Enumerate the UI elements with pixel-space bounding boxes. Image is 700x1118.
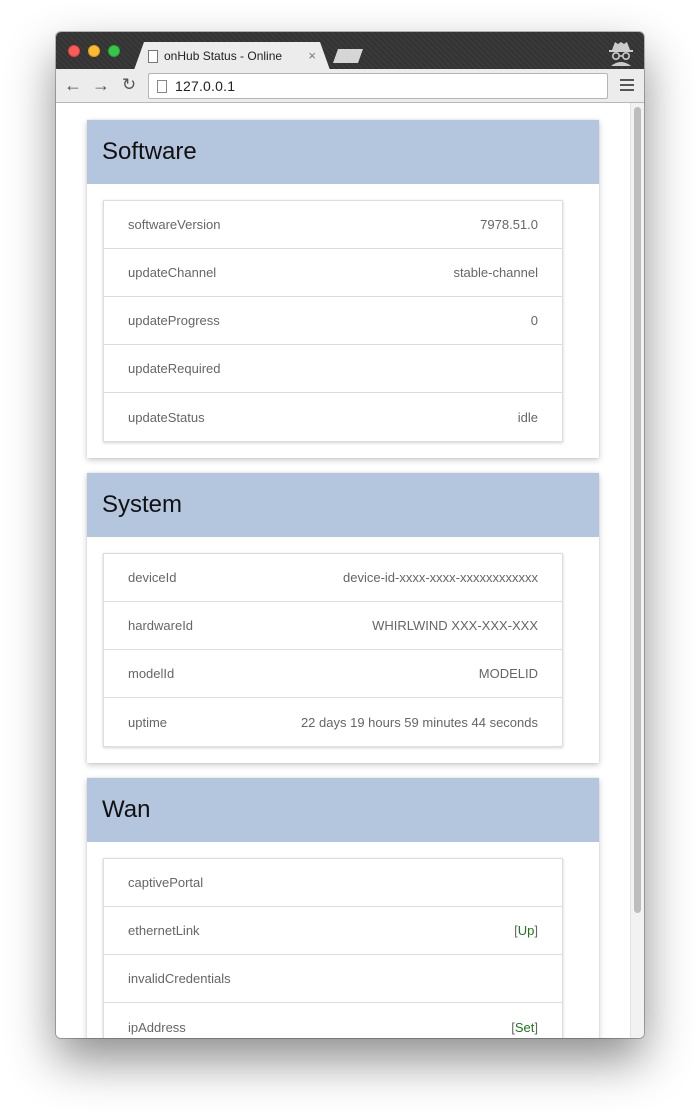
card-header: System: [87, 473, 599, 537]
card-header: Software: [87, 120, 599, 184]
scrollbar-thumb[interactable]: [634, 107, 641, 913]
window-minimize-button[interactable]: [88, 45, 100, 57]
bracket-close: ]: [534, 1019, 538, 1035]
url-text[interactable]: 127.0.0.1: [175, 78, 235, 94]
key-value-list: captivePortal ethernetLink [Up] invalidC…: [103, 858, 563, 1038]
table-row: ipAddress [Set]: [104, 1003, 562, 1038]
card-header: Wan: [87, 778, 599, 842]
new-tab-button[interactable]: [333, 49, 363, 63]
tab-title: onHub Status - Online: [164, 49, 283, 63]
table-row: updateChannel stable-channel: [104, 249, 562, 297]
key-value-list: deviceId device-id-xxxx-xxxx-xxxxxxxxxxx…: [103, 553, 563, 747]
row-value: 22 days 19 hours 59 minutes 44 seconds: [300, 714, 538, 730]
system-card: System deviceId device-id-xxxx-xxxx-xxxx…: [87, 473, 599, 763]
page-icon: [148, 50, 158, 63]
window-close-button[interactable]: [68, 45, 80, 57]
table-row: invalidCredentials: [104, 955, 562, 1003]
table-row: ethernetLink [Up]: [104, 907, 562, 955]
card-title: Software: [102, 138, 197, 165]
row-value: [Set]: [511, 1020, 538, 1035]
row-value: 0: [530, 313, 538, 328]
row-value: [Up]: [514, 923, 538, 938]
page-content: Software softwareVersion 7978.51.0 updat…: [56, 103, 644, 1038]
status-value: Set: [514, 1019, 535, 1035]
window-maximize-button[interactable]: [108, 45, 120, 57]
table-row: updateRequired: [104, 345, 562, 393]
key-value-list: softwareVersion 7978.51.0 updateChannel …: [103, 200, 563, 442]
incognito-icon: [609, 42, 633, 66]
row-key: ipAddress: [128, 1019, 186, 1035]
back-arrow-icon[interactable]: ←: [62, 74, 84, 96]
table-row: modelId MODELID: [104, 650, 562, 698]
software-card: Software softwareVersion 7978.51.0 updat…: [87, 120, 599, 458]
row-key: ethernetLink: [128, 923, 200, 938]
card-title: Wan: [102, 796, 151, 823]
tab-bar: onHub Status - Online ×: [56, 32, 644, 69]
row-key: deviceId: [128, 570, 177, 585]
hamburger-menu-icon[interactable]: [620, 79, 634, 94]
browser-window: onHub Status - Online × ← → ↻ 127.0.0.1 …: [56, 32, 644, 1038]
row-key: updateProgress: [128, 313, 220, 328]
forward-arrow-icon[interactable]: →: [90, 74, 112, 96]
row-value: stable-channel: [453, 265, 538, 280]
row-key: invalidCredentials: [128, 971, 231, 986]
row-key: updateRequired: [128, 361, 221, 376]
row-key: updateChannel: [128, 265, 217, 280]
address-bar[interactable]: 127.0.0.1: [148, 73, 608, 99]
row-key: hardwareId: [128, 618, 194, 633]
tab-close-icon[interactable]: ×: [308, 48, 316, 63]
row-value: WHIRLWIND XXX-XXX-XXX: [372, 618, 538, 633]
row-value: idle: [517, 409, 538, 425]
card-title: System: [102, 491, 183, 518]
reload-icon[interactable]: ↻: [118, 74, 140, 96]
browser-toolbar: ← → ↻ 127.0.0.1: [56, 69, 644, 103]
table-row: softwareVersion 7978.51.0: [104, 201, 562, 249]
row-key: softwareVersion: [128, 217, 221, 232]
table-row: updateStatus idle: [104, 393, 562, 441]
tab-onhub-status[interactable]: onHub Status - Online ×: [134, 42, 330, 70]
wan-card: Wan captivePortal ethernetLink [Up] inva…: [87, 778, 599, 1038]
vertical-scrollbar[interactable]: [630, 103, 644, 1038]
row-value: 7978.51.0: [480, 217, 538, 232]
table-row: deviceId device-id-xxxx-xxxx-xxxxxxxxxxx…: [104, 554, 562, 602]
row-key: updateStatus: [128, 409, 205, 425]
table-row: captivePortal: [104, 859, 562, 907]
status-value: Up: [517, 923, 535, 938]
row-value: MODELID: [478, 666, 538, 681]
table-row: uptime 22 days 19 hours 59 minutes 44 se…: [104, 698, 562, 746]
bracket-close: ]: [534, 923, 538, 938]
page-icon: [157, 79, 167, 93]
table-row: hardwareId WHIRLWIND XXX-XXX-XXX: [104, 602, 562, 650]
row-value: device-id-xxxx-xxxx-xxxxxxxxxxxx: [342, 570, 538, 585]
row-key: uptime: [128, 714, 168, 730]
row-key: modelId: [128, 666, 175, 681]
row-key: captivePortal: [128, 875, 204, 890]
table-row: updateProgress 0: [104, 297, 562, 345]
